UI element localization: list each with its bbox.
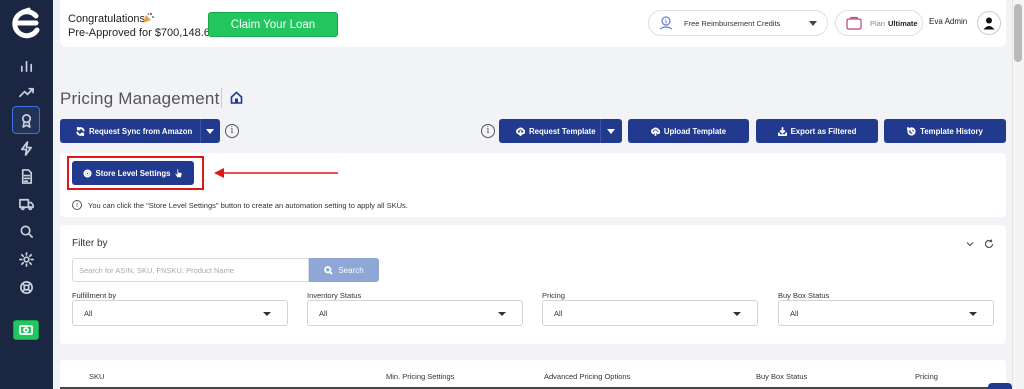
column-header-sku[interactable]: SKU — [89, 372, 104, 381]
search-icon[interactable] — [12, 217, 40, 245]
plan-badge[interactable]: Plan Ultimate — [835, 10, 923, 36]
inventory-status-select[interactable]: All — [307, 300, 523, 326]
user-icon — [983, 17, 995, 30]
column-header-advanced-pricing[interactable]: Advanced Pricing Options — [544, 372, 630, 381]
user-name[interactable]: Eva Admin — [929, 17, 967, 26]
cloud-upload-icon — [650, 127, 660, 136]
inventory-status-value: All — [319, 308, 328, 318]
filter-title: Filter by — [72, 238, 108, 249]
trend-icon[interactable] — [12, 78, 40, 106]
download-icon — [777, 126, 787, 136]
buy-box-status-select[interactable]: All — [778, 300, 994, 326]
store-settings-hint-text: You can click the "Store Level Settings"… — [88, 200, 408, 210]
lifebuoy-icon[interactable] — [12, 273, 40, 301]
button-split — [600, 119, 601, 143]
search-icon — [324, 265, 334, 275]
app-logo[interactable] — [9, 6, 43, 40]
search-button-label: Search — [338, 265, 364, 275]
upload-template-button[interactable]: Upload Template — [628, 119, 749, 143]
reimbursement-label: Free Reimbursement Credits — [684, 18, 781, 28]
chevron-down-icon — [809, 21, 817, 26]
export-filtered-button[interactable]: Export as Filtered — [756, 119, 878, 143]
filter-card — [60, 225, 1006, 344]
buy-box-status-label: Buy Box Status — [778, 291, 830, 300]
sync-icon — [76, 126, 85, 136]
inventory-status-label: Inventory Status — [307, 291, 362, 300]
cloud-download-icon — [516, 127, 525, 136]
chat-widget-button[interactable] — [988, 383, 1012, 389]
caret-down-icon — [498, 312, 506, 316]
bar-chart-icon[interactable] — [12, 51, 40, 79]
request-template-button[interactable]: Request Template — [499, 119, 622, 143]
caret-down-icon — [969, 312, 977, 316]
request-template-label: Request Template — [529, 126, 596, 136]
template-info-icon[interactable]: i — [481, 124, 495, 138]
gear-icon[interactable] — [12, 245, 40, 273]
plan-name: Ultimate — [888, 18, 918, 28]
template-history-button[interactable]: Template History — [884, 119, 1006, 143]
page-title: Pricing Management — [60, 89, 220, 108]
party-popper-icon — [143, 12, 154, 23]
home-icon[interactable] — [230, 91, 243, 104]
column-header-pricing[interactable]: Pricing — [915, 372, 938, 381]
export-filtered-label: Export as Filtered — [790, 126, 857, 136]
top-bar: Congratulations Pre-Approved for $700,14… — [60, 0, 1006, 47]
caret-down-icon[interactable] — [607, 129, 615, 134]
scrollbar-thumb[interactable] — [1014, 4, 1022, 62]
info-icon: i — [72, 200, 82, 210]
upload-template-label: Upload Template — [663, 126, 727, 136]
request-sync-button[interactable]: Request Sync from Amazon — [60, 119, 220, 143]
svg-text:$: $ — [664, 19, 667, 25]
reimbursement-dropdown[interactable]: $ Free Reimbursement Credits — [648, 10, 828, 36]
document-icon[interactable] — [12, 162, 40, 190]
buy-box-status-value: All — [790, 308, 799, 318]
avatar[interactable] — [977, 11, 1001, 35]
history-icon — [907, 126, 916, 135]
caret-down-icon — [733, 312, 741, 316]
search-button[interactable]: Search — [309, 258, 379, 282]
truck-icon[interactable] — [12, 189, 40, 217]
award-icon[interactable] — [12, 106, 40, 134]
briefcase-icon — [846, 16, 862, 30]
caret-down-icon[interactable] — [206, 129, 214, 134]
preapproved-amount: Pre-Approved for $700,148.66 — [68, 27, 216, 39]
sidebar — [0, 0, 53, 389]
pricing-select[interactable]: All — [542, 300, 758, 326]
store-level-settings-label: Store Level Settings — [95, 168, 171, 178]
gear-icon — [82, 168, 92, 178]
money-icon[interactable] — [13, 320, 39, 340]
claim-loan-button[interactable]: Claim Your Loan — [208, 12, 338, 37]
store-settings-hint: i You can click the "Store Level Setting… — [72, 200, 408, 210]
caret-down-icon — [263, 312, 271, 316]
chevron-down-icon[interactable] — [966, 240, 974, 248]
store-level-settings-button[interactable]: Store Level Settings — [72, 161, 194, 185]
pricing-value: All — [554, 308, 563, 318]
info-icon[interactable]: i — [225, 124, 239, 138]
request-sync-label: Request Sync from Amazon — [89, 126, 193, 136]
button-split — [200, 119, 201, 143]
title-divider — [221, 88, 222, 108]
search-input[interactable]: Search for ASIN, SKU, FNSKU, Product Nam… — [72, 258, 309, 282]
pricing-label: Pricing — [542, 291, 565, 300]
fulfillment-value: All — [84, 308, 93, 318]
reimbursement-icon: $ — [659, 16, 673, 30]
refresh-icon[interactable] — [984, 239, 994, 249]
fulfillment-select[interactable]: All — [72, 300, 288, 326]
column-header-min-pricing[interactable]: Min. Pricing Settings — [386, 372, 454, 381]
lightning-icon[interactable] — [12, 134, 40, 162]
pointer-arrow — [214, 168, 338, 178]
plan-prefix: Plan — [870, 18, 886, 28]
template-history-label: Template History — [920, 126, 983, 136]
column-header-buy-box-status[interactable]: Buy Box Status — [756, 372, 807, 381]
table-card — [60, 360, 1006, 389]
fulfillment-label: Fulfillment by — [72, 291, 117, 300]
hand-cursor-icon — [175, 167, 183, 178]
